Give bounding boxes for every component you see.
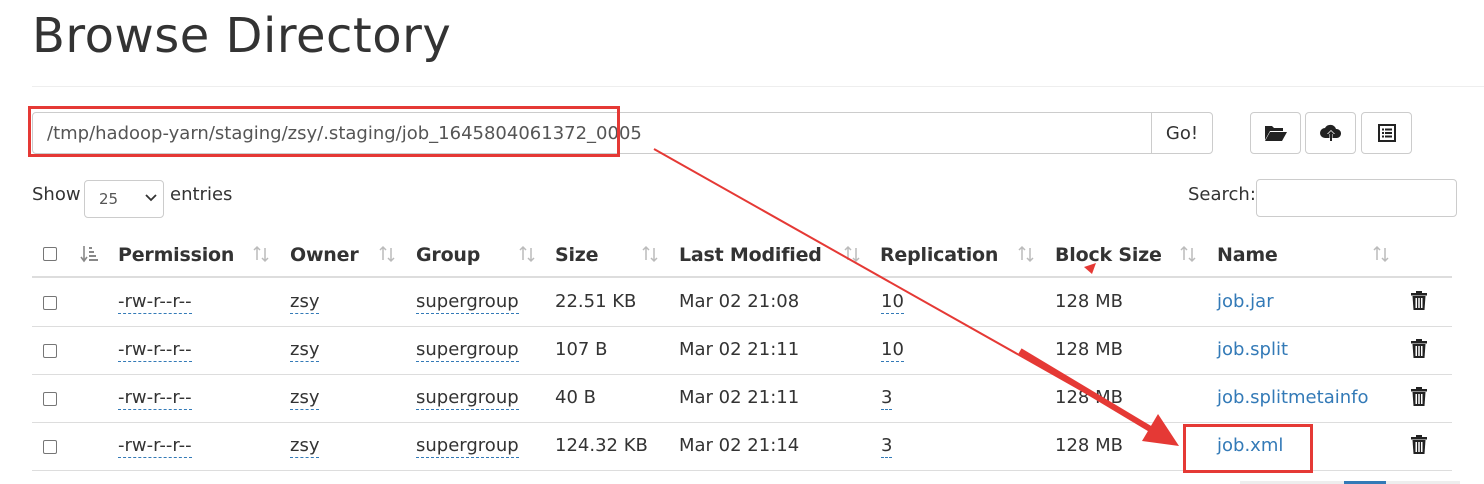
annotation-arrow xyxy=(653,148,1179,446)
